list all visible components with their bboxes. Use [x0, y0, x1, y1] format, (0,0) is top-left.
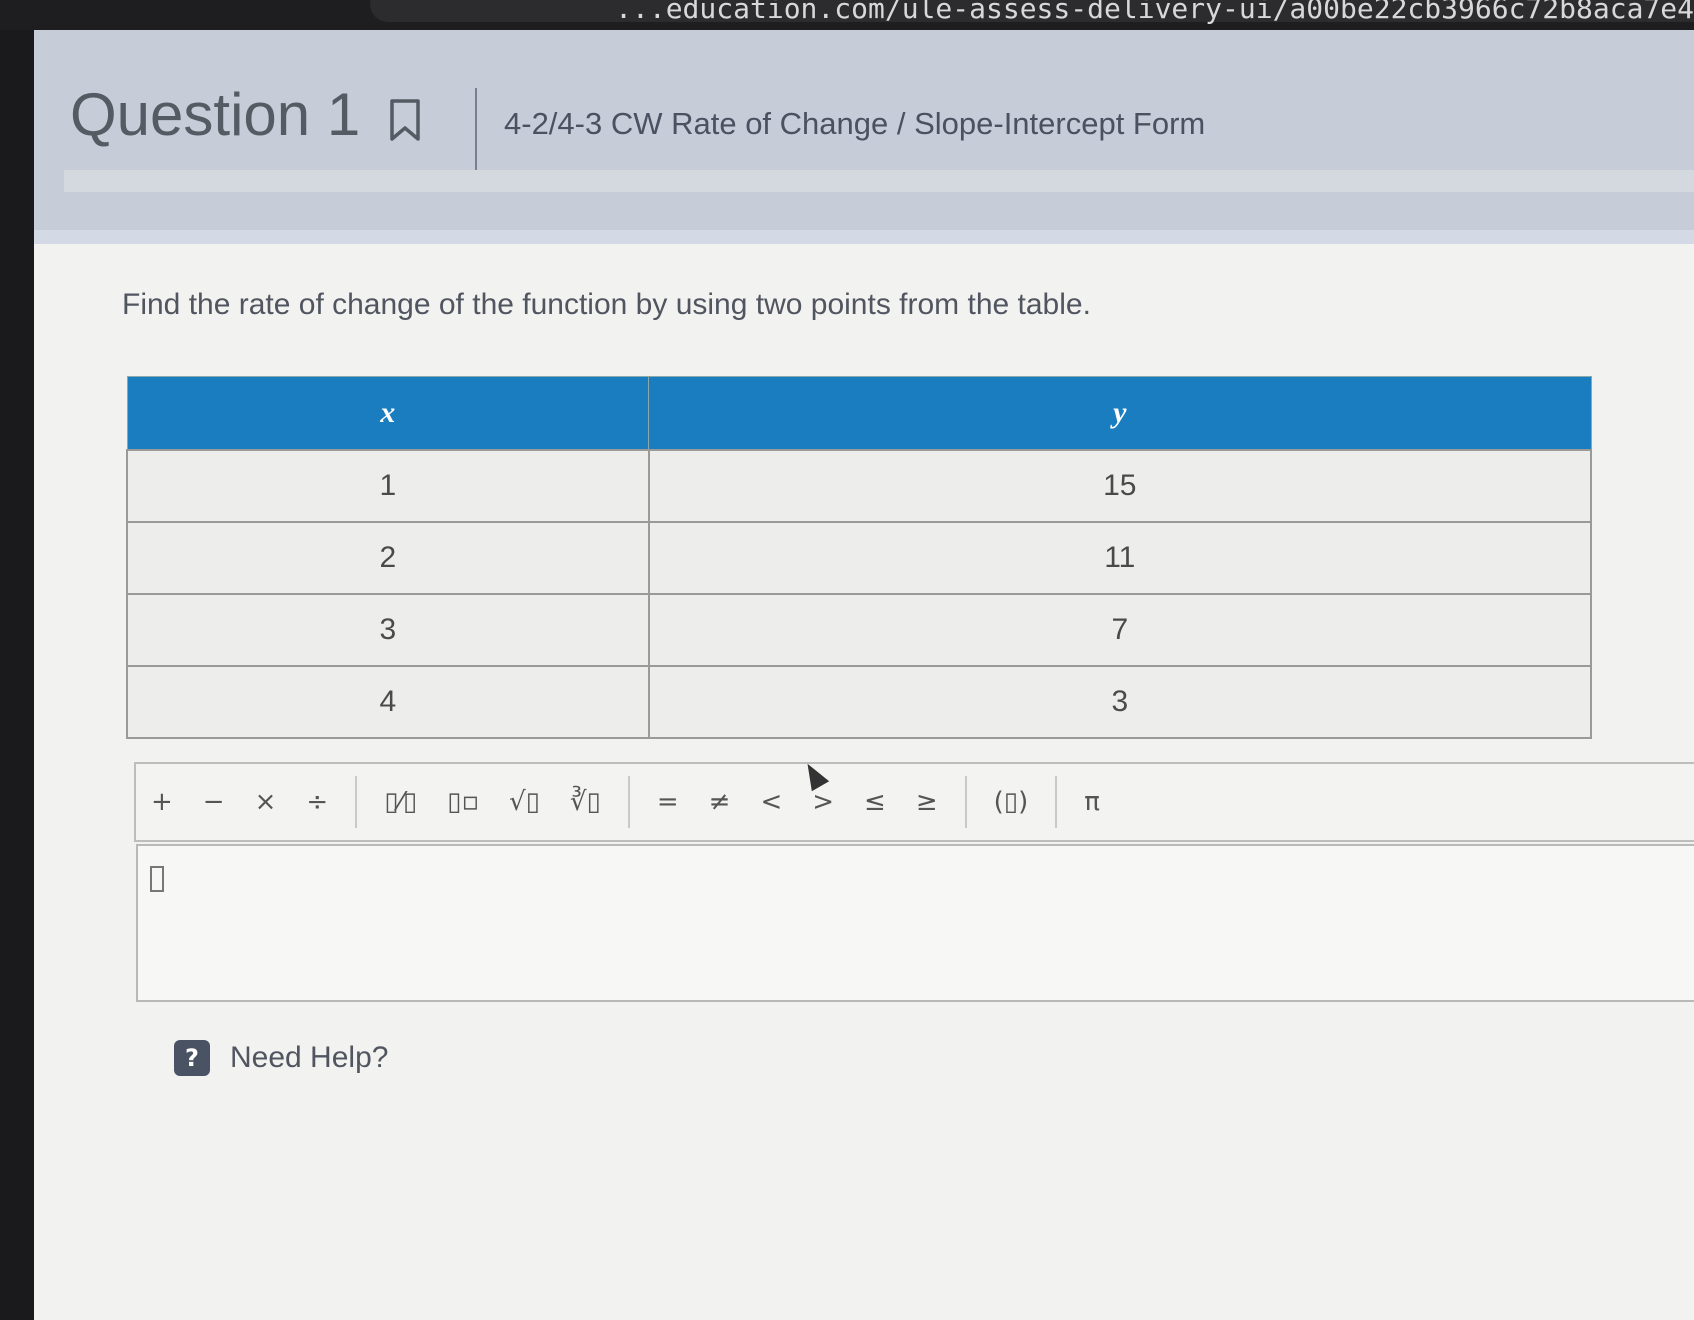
- assignment-title: 4-2/4-3 CW Rate of Change / Slope-Interc…: [504, 106, 1206, 141]
- question-prompt: Find the rate of change of the function …: [122, 288, 1091, 321]
- url-text: ...education.com/ule-assess-delivery-ui/…: [615, 0, 1694, 25]
- table-header-y: y: [648, 376, 1592, 451]
- assessment-screen: Question 1 4-2/4-3 CW Rate of Change / S…: [34, 30, 1694, 1320]
- toolbar-separator: [964, 776, 967, 828]
- times-button[interactable]: ×: [240, 787, 292, 817]
- need-help-label: Need Help?: [230, 1041, 389, 1074]
- not-equal-button[interactable]: ≠: [694, 787, 746, 817]
- help-icon: ?: [174, 1040, 210, 1076]
- need-help-link[interactable]: ? Need Help?: [174, 1040, 388, 1076]
- plus-button[interactable]: +: [136, 787, 188, 817]
- minus-button[interactable]: −: [188, 787, 240, 817]
- question-header: Question 1 4-2/4-3 CW Rate of Change / S…: [34, 30, 1694, 230]
- table-row: 4 3: [126, 665, 1593, 739]
- table-cell-y: 7: [647, 593, 1593, 667]
- answer-input[interactable]: [136, 844, 1694, 1002]
- math-toolbar: + − × ÷ ▯⁄▯ ▯▫ √▯ ∛▯ = ≠ < > ≤ ≥ (▯) π: [134, 762, 1694, 842]
- table-header-x: x: [126, 376, 650, 451]
- bookmark-icon[interactable]: [389, 98, 421, 142]
- table-cell-y: 15: [647, 449, 1593, 523]
- less-equal-button[interactable]: ≤: [849, 787, 901, 817]
- less-than-button[interactable]: <: [745, 787, 797, 817]
- table-cell-x: 1: [126, 449, 650, 523]
- table-header-row: x y: [126, 376, 1592, 451]
- browser-url-bar[interactable]: ...education.com/ule-assess-delivery-ui/…: [0, 0, 1694, 30]
- table-row: 3 7: [126, 593, 1593, 667]
- sqrt-button[interactable]: √▯: [494, 787, 555, 817]
- exponent-button[interactable]: ▯▫: [432, 787, 494, 817]
- table-row: 1 15: [126, 449, 1593, 523]
- question-title: Question 1: [70, 81, 361, 148]
- toolbar-separator: [355, 776, 358, 828]
- table-cell-y: 11: [647, 521, 1593, 595]
- fraction-button[interactable]: ▯⁄▯: [369, 787, 432, 817]
- equals-button[interactable]: =: [642, 787, 694, 817]
- toolbar-separator: [1055, 776, 1058, 828]
- table-row: 2 11: [126, 521, 1593, 595]
- divide-button[interactable]: ÷: [291, 787, 343, 817]
- header-bottom-line: [34, 230, 1694, 244]
- pi-button[interactable]: π: [1069, 787, 1115, 817]
- table-cell-x: 4: [126, 665, 650, 739]
- toolbar-separator: [627, 776, 630, 828]
- input-placeholder-box: [150, 866, 164, 892]
- header-strip: [64, 170, 1694, 192]
- data-table: x y 1 15 2 11 3 7 4 3: [126, 376, 1593, 739]
- parentheses-button[interactable]: (▯): [979, 787, 1044, 817]
- greater-than-button[interactable]: >: [797, 787, 849, 817]
- table-cell-x: 3: [126, 593, 650, 667]
- table-cell-x: 2: [126, 521, 650, 595]
- table-cell-y: 3: [647, 665, 1593, 739]
- greater-equal-button[interactable]: ≥: [901, 787, 953, 817]
- nth-root-button[interactable]: ∛▯: [555, 787, 616, 817]
